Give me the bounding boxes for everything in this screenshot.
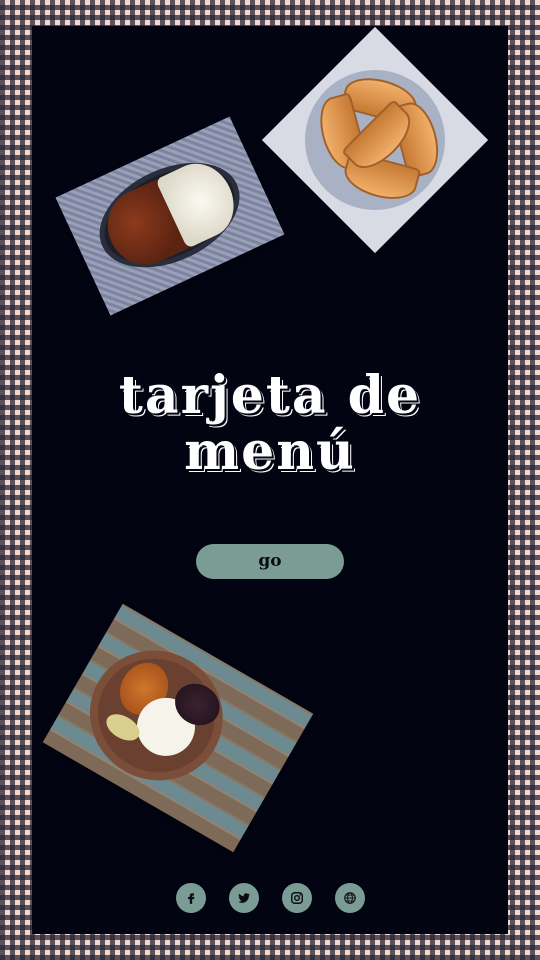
menu-card-page: tarjeta de menú go [0,0,540,960]
facebook-icon [188,893,195,904]
twitter-icon [238,893,251,903]
facebook-link[interactable] [176,883,206,913]
website-link[interactable] [335,883,365,913]
instagram-icon [291,892,303,904]
instagram-link[interactable] [282,883,312,913]
go-button[interactable]: go [196,544,344,579]
title-line-2: menú [184,421,356,482]
page-title: tarjeta de menú [32,368,508,480]
title-line-1: tarjeta de [118,365,422,426]
twitter-link[interactable] [229,883,259,913]
globe-icon [344,892,356,904]
